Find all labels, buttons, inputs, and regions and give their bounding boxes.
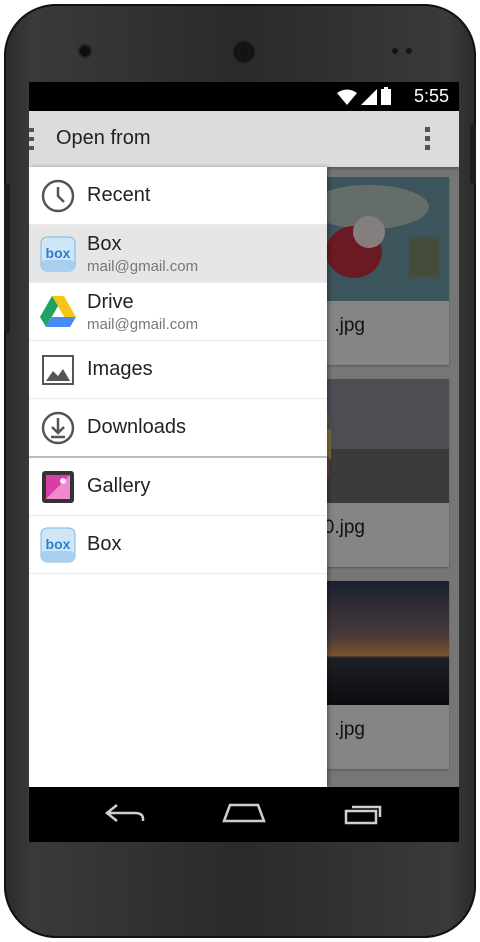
power-button	[470, 124, 476, 184]
roots-drawer: Recent box Box mail@gmail.com Drive mail…	[29, 167, 327, 787]
drawer-item-label: Downloads	[87, 416, 186, 438]
drawer-item-label: Drive	[87, 290, 134, 313]
back-icon[interactable]	[103, 801, 147, 825]
app-bar-title: Open from	[56, 127, 151, 149]
drawer-item-images[interactable]: Images	[29, 341, 327, 399]
phone-frame: 5:55 Open from .jpg 720.jpg .jpg Recent …	[4, 4, 476, 938]
drawer-item-label: Images	[87, 358, 153, 380]
app-bar: Open from	[29, 111, 459, 167]
svg-text:box: box	[46, 536, 71, 552]
drawer-item-account: mail@gmail.com	[87, 315, 199, 333]
drawer-item-drive[interactable]: Drive mail@gmail.com	[29, 283, 327, 341]
signal-icon	[361, 89, 377, 105]
drive-icon	[40, 295, 76, 327]
status-icons	[337, 87, 391, 105]
earpiece-speaker	[233, 41, 255, 63]
proximity-sensor	[392, 48, 398, 54]
overflow-menu-icon[interactable]	[425, 127, 431, 151]
drawer-item-downloads[interactable]: Downloads	[29, 399, 327, 456]
drawer-toggle-icon[interactable]	[29, 128, 35, 150]
system-nav-bar	[29, 787, 459, 842]
svg-text:box: box	[46, 245, 71, 261]
drawer-item-label: Box	[87, 232, 122, 255]
front-camera	[80, 46, 90, 56]
drawer-item-label: Gallery	[87, 475, 151, 497]
drawer-item-account: mail@gmail.com	[87, 257, 199, 275]
home-icon[interactable]	[222, 801, 266, 825]
status-time: 5:55	[413, 86, 449, 106]
wifi-icon	[337, 89, 357, 105]
battery-icon	[381, 87, 391, 105]
volume-button	[4, 184, 10, 334]
light-sensor	[406, 48, 412, 54]
recents-icon[interactable]	[342, 801, 386, 825]
drawer-item-recent[interactable]: Recent	[29, 167, 327, 225]
clock-icon	[41, 179, 75, 212]
image-icon	[42, 354, 74, 385]
drawer-item-box-app[interactable]: box Box	[29, 516, 327, 574]
drawer-item-label: Recent	[87, 184, 151, 206]
box-icon: box	[40, 527, 76, 562]
drawer-item-label: Box	[87, 533, 122, 555]
download-icon	[41, 411, 75, 444]
drawer-item-box-account[interactable]: box Box mail@gmail.com	[29, 225, 327, 283]
status-bar: 5:55	[29, 82, 459, 111]
box-icon: box	[40, 236, 76, 271]
screen: 5:55 Open from .jpg 720.jpg .jpg Recent …	[29, 82, 459, 842]
drawer-item-gallery-app[interactable]: Gallery	[29, 458, 327, 516]
gallery-icon	[42, 470, 74, 503]
